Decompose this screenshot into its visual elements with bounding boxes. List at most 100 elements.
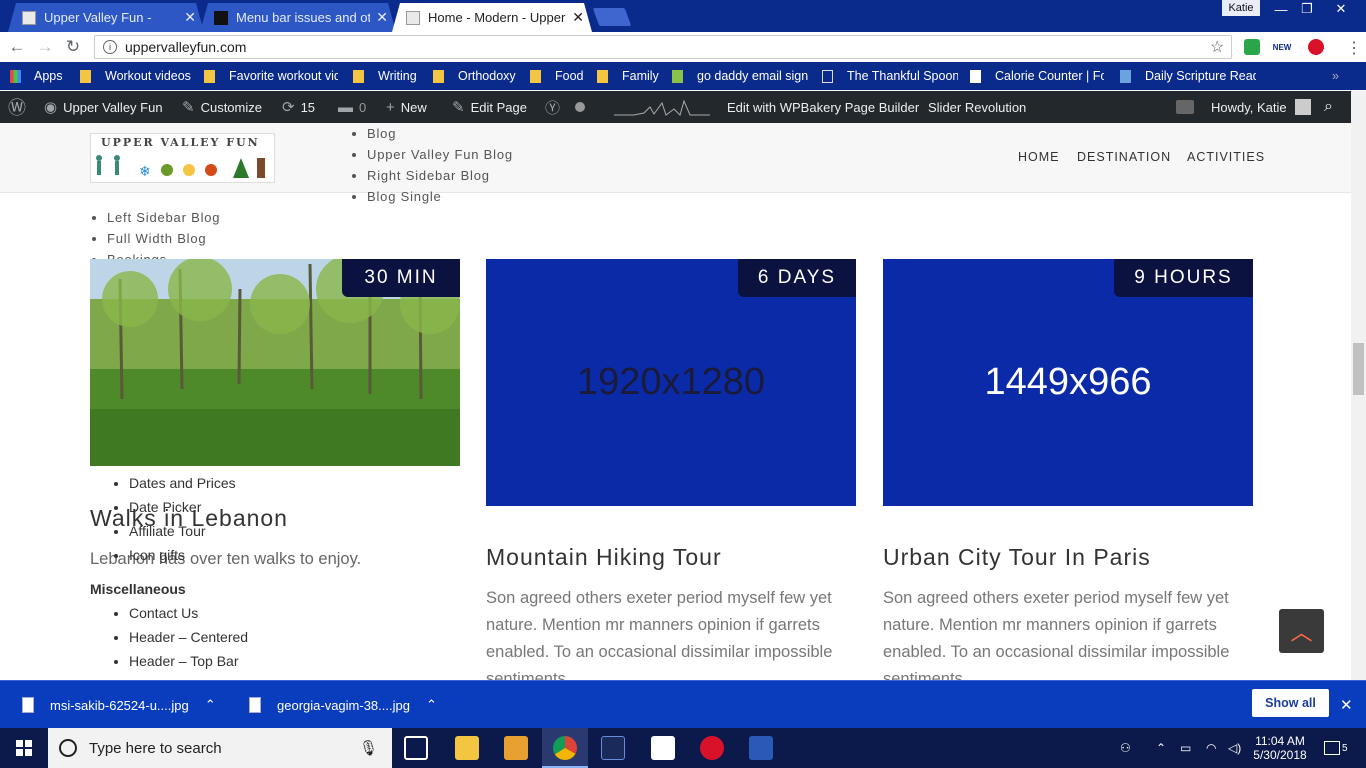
wordpress-logo-icon[interactable]: Ⓦ — [8, 91, 32, 123]
site-logo[interactable]: UPPER VALLEY FUN ❄ — [90, 133, 275, 183]
bookmark-folder[interactable]: Orthodoxy — [433, 68, 523, 84]
tab-title: Upper Valley Fun - — [44, 10, 152, 25]
close-icon[interactable]: ✕ — [572, 9, 584, 26]
microphone-icon[interactable]: 🎙 — [359, 739, 378, 757]
extension-icon[interactable] — [1244, 39, 1260, 55]
menu-item[interactable]: Upper Valley Fun Blog — [367, 144, 513, 165]
menu-item[interactable]: Date Picker — [129, 495, 236, 519]
menu-item[interactable]: Left Sidebar Blog — [107, 207, 220, 228]
tab-upper-valley-fun[interactable]: Upper Valley Fun - ✕ — [8, 3, 204, 32]
close-icon[interactable]: ✕ — [376, 9, 388, 26]
tray-chevron-icon[interactable]: ⌃ — [1156, 728, 1166, 768]
app-icon[interactable] — [601, 736, 625, 760]
new-extension-icon[interactable]: NEW — [1273, 39, 1291, 55]
card-title[interactable]: Mountain Hiking Tour — [486, 544, 722, 571]
site-info-icon[interactable]: i — [103, 40, 117, 54]
file-explorer-icon[interactable] — [455, 736, 479, 760]
show-all-downloads-button[interactable]: Show all — [1252, 689, 1329, 717]
nav-destination[interactable]: DESTINATION — [1077, 150, 1171, 164]
card-image-paris[interactable]: 1449x966 9 HOURS — [883, 259, 1253, 506]
media-player-icon[interactable] — [504, 736, 528, 760]
menu-kebab-icon[interactable]: ⋮ — [1346, 38, 1362, 58]
taskbar-search-box[interactable]: Type here to search 🎙 — [48, 728, 392, 768]
security-app-icon[interactable] — [700, 736, 724, 760]
bookmark-folder[interactable]: Food — [530, 68, 590, 84]
admin-search-icon[interactable]: ⌕ — [1324, 91, 1333, 123]
nav-home[interactable]: HOME — [1018, 150, 1060, 164]
menu-item[interactable]: Blog — [367, 123, 513, 144]
yoast-icon[interactable]: Ⓨ — [545, 91, 566, 123]
menu-item[interactable]: Blog Single — [367, 186, 513, 207]
bookmark-folder[interactable]: Workout videos — [80, 68, 195, 84]
brush-icon: ✎ — [182, 99, 195, 116]
bookmark-link[interactable]: go daddy email sign — [672, 68, 808, 84]
scrollbar-thumb[interactable] — [1353, 343, 1364, 395]
chevron-up-icon[interactable]: ⌃ — [205, 697, 216, 713]
bookmark-link[interactable]: Calorie Counter | Fo — [970, 68, 1104, 84]
bookmark-link[interactable]: Daily Scripture Read — [1120, 68, 1256, 84]
admin-updates-link[interactable]: ⟳ 15 — [282, 91, 315, 123]
restore-icon[interactable]: ❐ — [1292, 0, 1322, 18]
menu-item[interactable]: Header – Top Bar — [129, 649, 248, 673]
bookmarks-overflow-icon[interactable]: » — [1332, 68, 1346, 84]
wifi-icon[interactable]: ◠ — [1206, 728, 1216, 768]
menu-item[interactable]: Full Width Blog — [107, 228, 220, 249]
admin-new-link[interactable]: + New — [386, 91, 427, 123]
menu-item[interactable]: Icon gifts — [129, 543, 236, 567]
back-icon[interactable]: ← — [6, 36, 28, 58]
card-title[interactable]: Urban City Tour In Paris — [883, 544, 1151, 571]
tab-menu-bar-issues[interactable]: Menu bar issues and othe ✕ — [200, 3, 396, 32]
chevron-up-icon[interactable]: ⌃ — [426, 697, 437, 713]
volume-icon[interactable]: ◁) — [1228, 728, 1241, 768]
windows-start-button[interactable] — [0, 728, 48, 768]
bookmark-apps[interactable]: Apps — [10, 68, 70, 84]
bookmark-star-icon[interactable]: ☆ — [1210, 37, 1224, 57]
reload-icon[interactable]: ↻ — [62, 36, 84, 58]
card-image-walks[interactable]: 30 MIN — [90, 259, 460, 466]
chrome-taskbar-button[interactable] — [542, 728, 588, 768]
logo-graphic: ❄ — [96, 155, 265, 179]
admin-slider-link[interactable]: Slider Revolution — [928, 91, 1026, 123]
nav-activities[interactable]: ACTIVITIES — [1187, 150, 1265, 164]
word-icon[interactable] — [749, 736, 773, 760]
close-icon[interactable]: ✕ — [184, 9, 196, 26]
menu-item[interactable]: Header – Centered — [129, 625, 248, 649]
download-item[interactable]: msi-sakib-62524-u....jpg ⌃ — [22, 681, 216, 729]
download-item[interactable]: georgia-vagim-38....jpg ⌃ — [249, 681, 437, 729]
admin-site-link[interactable]: ◉ Upper Valley Fun — [44, 91, 163, 123]
downloads-bar: msi-sakib-62524-u....jpg ⌃ georgia-vagim… — [0, 680, 1366, 728]
action-center-icon[interactable]: 5 — [1324, 728, 1348, 768]
bookmark-folder[interactable]: Writing — [353, 68, 425, 84]
scroll-to-top-button[interactable]: ︿ — [1279, 609, 1324, 653]
tab-home-modern[interactable]: Home - Modern - Upper ✕ — [392, 3, 592, 32]
bookmark-link[interactable]: The Thankful Spoon — [822, 68, 958, 84]
admin-edit-page-link[interactable]: ✎ Edit Page — [452, 91, 527, 123]
address-bar[interactable]: i uppervalleyfun.com — [94, 35, 1232, 59]
notification-icon[interactable] — [1176, 91, 1194, 123]
close-downloads-icon[interactable]: ✕ — [1340, 681, 1353, 729]
people-icon[interactable]: ⚇ — [1120, 728, 1131, 768]
forward-icon[interactable]: → — [34, 36, 56, 58]
menu-item[interactable]: Affiliate Tour — [129, 519, 236, 543]
menu-item[interactable]: Dates and Prices — [129, 471, 236, 495]
admin-comments-link[interactable]: ▬ 0 — [338, 91, 366, 123]
sticky-notes-icon[interactable] — [651, 736, 675, 760]
battery-icon[interactable]: ▭ — [1180, 728, 1191, 768]
bookmark-folder[interactable]: Favorite workout vid — [204, 68, 338, 84]
bookmarks-bar: Apps Workout videos Favorite workout vid… — [0, 62, 1366, 90]
profile-button[interactable]: Katie — [1222, 0, 1260, 16]
menu-item[interactable]: Contact Us — [129, 601, 248, 625]
admin-customize-link[interactable]: ✎ Customize — [182, 91, 262, 123]
admin-account-link[interactable]: Howdy, Katie — [1211, 91, 1311, 123]
admin-wpbakery-link[interactable]: Edit with WPBakery Page Builder — [727, 91, 919, 123]
new-tab-button[interactable] — [592, 8, 632, 26]
bookmark-folder[interactable]: Family — [597, 68, 663, 84]
card-description: Son agreed others exeter period myself f… — [486, 589, 833, 680]
window-close-icon[interactable]: ✕ — [1326, 0, 1356, 18]
duration-badge: 30 MIN — [342, 259, 460, 297]
menu-item[interactable]: Right Sidebar Blog — [367, 165, 513, 186]
security-extension-icon[interactable] — [1308, 39, 1324, 55]
clock[interactable]: 11:04 AM 5/30/2018 — [1252, 728, 1308, 768]
card-image-mountain[interactable]: 1920x1280 6 DAYS — [486, 259, 856, 506]
task-view-icon[interactable] — [404, 736, 428, 760]
